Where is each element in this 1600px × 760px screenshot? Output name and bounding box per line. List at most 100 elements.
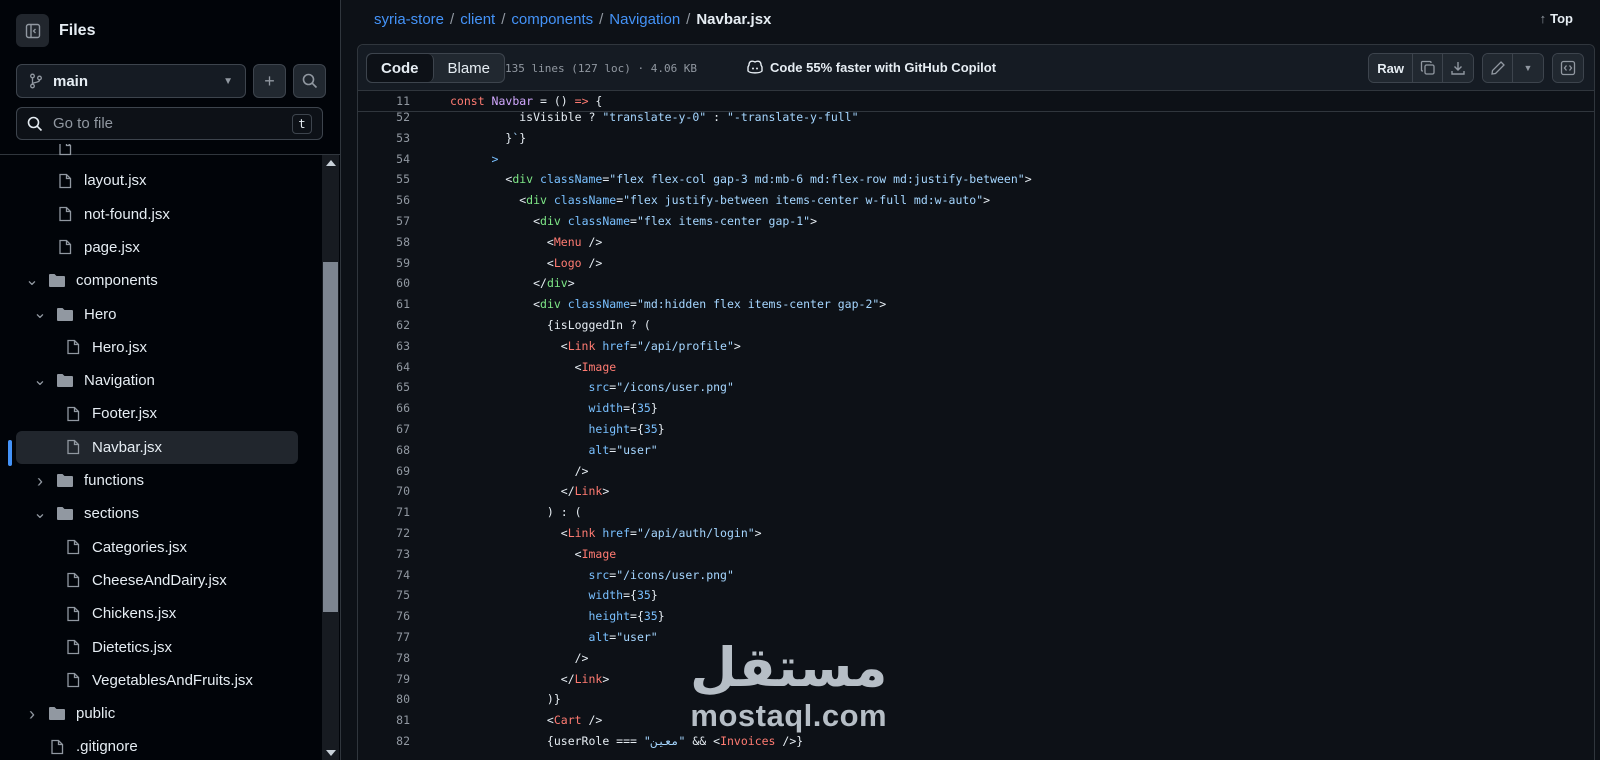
collapse-sidebar-button[interactable]	[16, 14, 49, 47]
sidebar-header: Files	[16, 14, 95, 47]
line-number[interactable]: 11	[358, 91, 410, 112]
line-number[interactable]: 76	[358, 606, 410, 627]
line-number[interactable]: 80	[358, 689, 410, 710]
line-number[interactable]: 77	[358, 627, 410, 648]
scrollbar-thumb[interactable]	[323, 262, 338, 612]
tree-item-label: VegetablesAndFruits.jsx	[92, 671, 253, 689]
line-number[interactable]: 62	[358, 315, 410, 336]
edit-options-button[interactable]: ▼	[1513, 54, 1543, 82]
go-to-file-input[interactable]: Go to file t	[16, 107, 323, 140]
top-button[interactable]: ↑ Top	[1540, 11, 1573, 26]
edit-button[interactable]	[1483, 54, 1513, 82]
scroll-up-arrow-icon[interactable]	[326, 160, 336, 166]
tree-file[interactable]: Dietetics.jsx	[40, 631, 322, 664]
copy-button[interactable]	[1413, 54, 1443, 82]
tree-folder[interactable]: › functions	[32, 464, 322, 497]
line-number[interactable]: 78	[358, 648, 410, 669]
line-number[interactable]: 57	[358, 211, 410, 232]
line-number[interactable]: 71	[358, 502, 410, 523]
folder-icon	[56, 506, 74, 521]
line-number[interactable]: 67	[358, 419, 410, 440]
line-number[interactable]: 81	[358, 710, 410, 731]
code-text: <Link href="/api/profile">	[450, 338, 741, 353]
tree-folder[interactable]: ⌄ sections	[32, 497, 322, 530]
line-number[interactable]: 70	[358, 481, 410, 502]
sidebar-collapse-icon	[25, 23, 40, 38]
breadcrumb-repo-link[interactable]: syria-store	[374, 11, 444, 28]
tree-file[interactable]: Chickens.jsx	[40, 597, 322, 630]
line-number[interactable]: 59	[358, 253, 410, 274]
folder-icon	[48, 706, 66, 721]
tab-blame[interactable]: Blame	[434, 54, 505, 82]
line-number[interactable]: 79	[358, 669, 410, 690]
line-number[interactable]: 66	[358, 398, 410, 419]
search-button[interactable]	[293, 64, 326, 98]
code-line: 79 </Link>	[358, 669, 1594, 690]
code-text: {userRole === "معين" && <Invoices />}	[450, 734, 804, 748]
sticky-line[interactable]: 11 const Navbar = () => {	[358, 91, 1594, 112]
tree-file[interactable]: Footer.jsx	[40, 397, 322, 430]
tab-code[interactable]: Code	[367, 54, 434, 82]
code-text: src="/icons/user.png"	[450, 380, 734, 395]
breadcrumb-link[interactable]: Navigation	[609, 11, 680, 28]
tree-folder[interactable]: ⌄ Hero	[32, 298, 322, 331]
tree-file[interactable]: VegetablesAndFruits.jsx	[40, 664, 322, 697]
branch-selector[interactable]: main ▼	[16, 64, 246, 98]
folder-icon	[56, 373, 74, 388]
line-number[interactable]: 74	[358, 565, 410, 586]
tree-file[interactable]: layout.jsx	[32, 164, 322, 197]
code-line: 72 <Link href="/api/auth/login">	[358, 523, 1594, 544]
tree-file[interactable]: .gitignore	[24, 730, 314, 760]
raw-button[interactable]: Raw	[1369, 54, 1413, 82]
tree-file[interactable]: Hero.jsx	[40, 331, 322, 364]
line-number[interactable]: 60	[358, 273, 410, 294]
pencil-icon	[1490, 61, 1505, 75]
tree-file[interactable]: not-found.jsx	[32, 198, 322, 231]
tree-file[interactable]	[32, 144, 322, 164]
line-number[interactable]: 82	[358, 731, 410, 752]
download-button[interactable]	[1443, 54, 1473, 82]
copy-icon	[1420, 60, 1435, 75]
tree-item-label: sections	[84, 505, 140, 523]
line-number[interactable]: 75	[358, 585, 410, 606]
tree-file[interactable]: Categories.jsx	[40, 531, 322, 564]
line-number[interactable]: 64	[358, 357, 410, 378]
line-number[interactable]: 73	[358, 544, 410, 565]
code-line: 69 />	[358, 461, 1594, 482]
line-number[interactable]: 68	[358, 440, 410, 461]
line-number[interactable]: 53	[358, 128, 410, 149]
code-text: src="/icons/user.png"	[450, 567, 734, 582]
line-number[interactable]: 55	[358, 169, 410, 190]
line-number[interactable]: 61	[358, 294, 410, 315]
line-number[interactable]: 65	[358, 377, 410, 398]
code-text: <div className="md:hidden flex items-cen…	[450, 297, 887, 312]
copilot-icon	[747, 60, 763, 74]
tree-item-label: Dietetics.jsx	[92, 638, 173, 656]
tree-file[interactable]: page.jsx	[32, 231, 322, 264]
scroll-down-arrow-icon[interactable]	[326, 750, 336, 756]
folder-icon	[48, 273, 66, 288]
tree-file[interactable]: CheeseAndDairy.jsx	[40, 564, 322, 597]
tree-item-label: Chickens.jsx	[92, 605, 177, 623]
copilot-promo-link[interactable]: Code 55% faster with GitHub Copilot	[746, 59, 996, 75]
chevron-down-icon: ⌄	[33, 371, 47, 389]
tree-folder[interactable]: ⌄ Navigation	[32, 364, 322, 397]
breadcrumb-link[interactable]: components	[511, 11, 593, 28]
line-number[interactable]: 54	[358, 149, 410, 170]
line-number[interactable]: 58	[358, 232, 410, 253]
tree-item-label: page.jsx	[84, 238, 140, 256]
line-number[interactable]: 56	[358, 190, 410, 211]
code-text: <Link href="/api/auth/login">	[450, 526, 762, 540]
tree-folder[interactable]: › public	[24, 697, 314, 730]
line-number[interactable]: 69	[358, 461, 410, 482]
tree-file[interactable]: Navbar.jsx	[16, 430, 298, 464]
breadcrumb-link[interactable]: client	[460, 11, 495, 28]
line-number[interactable]: 63	[358, 336, 410, 357]
symbols-panel-button[interactable]	[1553, 54, 1583, 82]
tree-folder[interactable]: ⌄ components	[24, 264, 314, 297]
code-text: <Image	[450, 359, 617, 374]
code-line: 77 alt="user"	[358, 627, 1594, 648]
line-number[interactable]: 72	[358, 523, 410, 544]
add-file-button[interactable]: +	[253, 64, 286, 98]
plus-icon: +	[264, 70, 275, 91]
